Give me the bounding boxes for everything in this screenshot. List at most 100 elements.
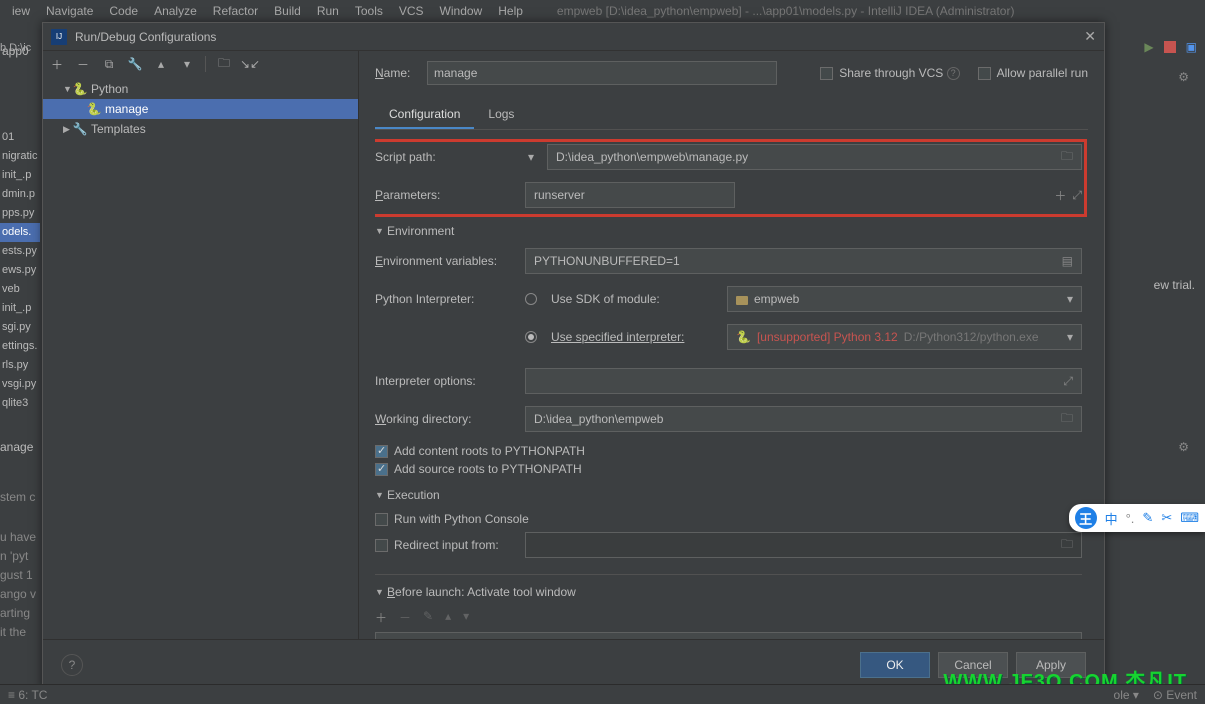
proj-file-selected[interactable]: odels. bbox=[0, 223, 40, 242]
menu-view[interactable]: iew bbox=[4, 2, 38, 20]
share-vcs-checkbox[interactable]: Share through VCS ? bbox=[820, 66, 959, 80]
tab-configuration[interactable]: Configuration bbox=[375, 101, 474, 129]
menu-run[interactable]: Run bbox=[309, 2, 347, 20]
ime-floating-toolbar[interactable]: 王 中 °. ✎ ✂ ⌨ bbox=[1069, 504, 1205, 532]
add-task-button[interactable]: ＋ bbox=[375, 609, 387, 626]
menu-vcs[interactable]: VCS bbox=[391, 2, 432, 20]
redirect-input[interactable]: 🗀 bbox=[525, 532, 1082, 558]
tree-node-python[interactable]: ▼ 🐍 Python bbox=[43, 79, 358, 99]
ime-item[interactable]: ✎ bbox=[1142, 510, 1153, 526]
tree-node-manage[interactable]: 🐍 manage bbox=[43, 99, 358, 119]
proj-file[interactable]: pps.py bbox=[0, 204, 40, 223]
down-task-button[interactable]: ▾ bbox=[463, 609, 469, 626]
proj-file[interactable]: ettings. bbox=[0, 337, 40, 356]
name-input[interactable] bbox=[427, 61, 777, 85]
config-tree[interactable]: ▼ 🐍 Python 🐍 manage ▶ 🔧 Templates bbox=[43, 77, 358, 639]
env-vars-label: Environment variables: bbox=[375, 254, 525, 268]
use-sdk-radio[interactable] bbox=[525, 293, 537, 305]
proj-file[interactable]: sgi.py bbox=[0, 318, 40, 337]
proj-file[interactable]: vsgi.py bbox=[0, 375, 40, 394]
proj-file[interactable]: rls.py bbox=[0, 356, 40, 375]
ime-item[interactable]: ✂ bbox=[1161, 510, 1172, 526]
proj-file[interactable]: veb bbox=[0, 280, 40, 299]
menu-navigate[interactable]: Navigate bbox=[38, 2, 101, 20]
menu-window[interactable]: Window bbox=[432, 2, 491, 20]
use-spec-radio[interactable] bbox=[525, 331, 537, 343]
config-tree-panel: ＋ － ⧉ 🔧 ▴ ▾ 🗀 ↘↙ ▼ 🐍 Python 🐍 manage bbox=[43, 51, 359, 639]
menu-help[interactable]: Help bbox=[490, 2, 531, 20]
edit-config-button[interactable]: 🔧 bbox=[127, 56, 143, 72]
proj-file[interactable]: ests.py bbox=[0, 242, 40, 261]
chevron-right-icon[interactable]: ▶ bbox=[63, 124, 73, 135]
allow-parallel-checkbox[interactable]: Allow parallel run bbox=[978, 66, 1088, 80]
stop-icon[interactable] bbox=[1164, 41, 1176, 53]
up-task-button[interactable]: ▴ bbox=[445, 609, 451, 626]
tree-node-templates[interactable]: ▶ 🔧 Templates bbox=[43, 119, 358, 139]
ime-item[interactable]: 中 bbox=[1105, 509, 1118, 528]
down-button[interactable]: ▾ bbox=[179, 56, 195, 72]
list-icon[interactable]: ▤ bbox=[1062, 254, 1073, 268]
remove-task-button[interactable]: － bbox=[399, 609, 411, 626]
env-vars-input[interactable]: ▤ bbox=[525, 248, 1082, 274]
insert-macro-icon[interactable]: ＋ bbox=[1054, 187, 1066, 204]
menu-code[interactable]: Code bbox=[101, 2, 146, 20]
edit-task-button[interactable]: ✎ bbox=[423, 609, 433, 626]
remove-config-button[interactable]: － bbox=[75, 56, 91, 72]
copy-config-button[interactable]: ⧉ bbox=[101, 56, 117, 72]
status-console[interactable]: ole ▾ bbox=[1114, 688, 1139, 702]
proj-file[interactable]: init_.p bbox=[0, 166, 40, 185]
ide-breadcrumb[interactable]: b D:\ic bbox=[0, 42, 31, 54]
working-dir-input[interactable]: 🗀 bbox=[525, 406, 1082, 432]
proj-file[interactable]: 01 bbox=[0, 128, 40, 147]
script-path-input[interactable]: 🗀 bbox=[547, 144, 1082, 170]
add-config-button[interactable]: ＋ bbox=[49, 56, 65, 72]
ok-button[interactable]: OK bbox=[860, 652, 930, 678]
ime-item[interactable]: °. bbox=[1126, 511, 1135, 526]
help-button[interactable]: ? bbox=[61, 654, 83, 676]
before-launch-section[interactable]: ▼Before launch: Activate tool window bbox=[375, 585, 1082, 599]
before-launch-list[interactable] bbox=[375, 632, 1082, 639]
layout-icon[interactable]: ▣ bbox=[1186, 40, 1197, 54]
menu-analyze[interactable]: Analyze bbox=[146, 2, 205, 20]
expand-button[interactable]: ↘↙ bbox=[242, 56, 258, 72]
tab-logs[interactable]: Logs bbox=[474, 101, 528, 129]
menu-build[interactable]: Build bbox=[266, 2, 309, 20]
folder-button[interactable]: 🗀 bbox=[216, 56, 232, 72]
help-icon[interactable]: ? bbox=[947, 67, 960, 80]
add-source-checkbox[interactable] bbox=[375, 463, 388, 476]
interpreter-select[interactable]: 🐍 [unsupported] Python 3.12 D:/Python312… bbox=[727, 324, 1082, 350]
redirect-checkbox[interactable]: Redirect input from: bbox=[375, 538, 525, 552]
add-content-checkbox[interactable] bbox=[375, 445, 388, 458]
chevron-down-icon[interactable]: ▾ bbox=[525, 151, 537, 163]
proj-file[interactable]: nigratic bbox=[0, 147, 40, 166]
proj-file[interactable]: init_.p bbox=[0, 299, 40, 318]
browse-icon[interactable]: 🗀 bbox=[1061, 147, 1073, 168]
ime-badge[interactable]: 王 bbox=[1075, 507, 1097, 529]
gear-icon[interactable]: ⚙ bbox=[1178, 70, 1189, 84]
execution-section[interactable]: ▼Execution bbox=[375, 488, 1082, 502]
menu-refactor[interactable]: Refactor bbox=[205, 2, 266, 20]
config-toolbar: ＋ － ⧉ 🔧 ▴ ▾ 🗀 ↘↙ bbox=[43, 51, 358, 77]
run-config-name[interactable]: anage bbox=[0, 440, 33, 454]
close-icon[interactable]: ✕ bbox=[1084, 28, 1096, 45]
environment-section[interactable]: ▼Environment bbox=[375, 224, 1082, 238]
proj-file[interactable]: qlite3 bbox=[0, 394, 40, 413]
up-button[interactable]: ▴ bbox=[153, 56, 169, 72]
parameters-input[interactable] bbox=[525, 182, 735, 208]
sdk-module-select[interactable]: empweb▾ bbox=[727, 286, 1082, 312]
menu-tools[interactable]: Tools bbox=[347, 2, 391, 20]
proj-file[interactable]: dmin.p bbox=[0, 185, 40, 204]
run-icon[interactable]: ▶ bbox=[1144, 40, 1153, 54]
expand-icon[interactable]: ⤢ bbox=[1072, 188, 1082, 203]
browse-icon[interactable]: 🗀 bbox=[1061, 535, 1073, 556]
interp-opts-input[interactable]: ⤢ bbox=[525, 368, 1082, 394]
browse-icon[interactable]: 🗀 bbox=[1061, 409, 1073, 430]
expand-icon[interactable]: ⤢ bbox=[1063, 374, 1073, 389]
gear-icon[interactable]: ⚙ bbox=[1178, 440, 1189, 454]
status-event-log[interactable]: ⊙ Event bbox=[1153, 688, 1197, 702]
proj-file[interactable]: ews.py bbox=[0, 261, 40, 280]
run-console-checkbox[interactable] bbox=[375, 513, 388, 526]
ime-item[interactable]: ⌨ bbox=[1180, 510, 1199, 526]
chevron-down-icon[interactable]: ▼ bbox=[63, 84, 73, 94]
status-left[interactable]: ≡ 6: TC bbox=[8, 688, 47, 702]
